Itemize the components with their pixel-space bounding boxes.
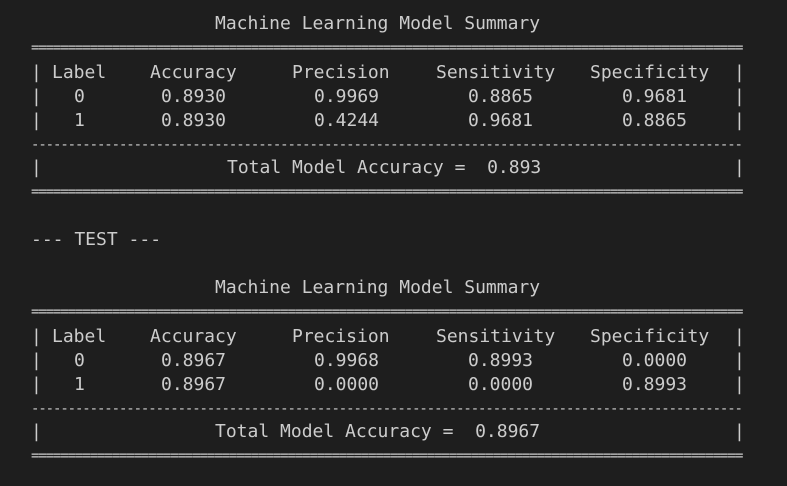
table-border: |	[31, 374, 42, 395]
table-cell: 0.9681	[468, 110, 534, 131]
total-accuracy: Total Model Accuracy = 0.8967	[215, 421, 541, 442]
table-cell: 0	[74, 350, 85, 371]
table-border: |	[31, 157, 42, 178]
table-cell: 0.0000	[622, 350, 688, 371]
double-rule: ========================================…	[31, 185, 743, 199]
column-header: Specificity	[590, 326, 710, 347]
double-rule: ========================================…	[31, 449, 743, 463]
table-cell: 0.9969	[314, 86, 380, 107]
column-header: Specificity	[590, 62, 710, 83]
table-cell: 0.0000	[314, 374, 380, 395]
table-cell: 0.8993	[468, 350, 534, 371]
table-cell: 0.4244	[314, 110, 380, 131]
summary-title: Machine Learning Model Summary	[215, 277, 541, 298]
single-rule: ----------------------------------------…	[31, 402, 743, 416]
table-border: |	[734, 326, 745, 347]
table-border: |	[734, 421, 745, 442]
double-rule: ========================================…	[31, 305, 743, 319]
test-separator-label: --- TEST ---	[31, 229, 162, 250]
column-header: Sensitivity	[436, 62, 556, 83]
table-border: |	[31, 110, 42, 131]
table-cell: 0.8865	[622, 110, 688, 131]
double-rule: ========================================…	[31, 41, 743, 55]
table-border: |	[31, 421, 42, 442]
table-border: |	[31, 350, 42, 371]
column-header: Label	[52, 62, 107, 83]
column-header: Accuracy	[150, 326, 237, 347]
table-border: |	[734, 157, 745, 178]
column-header: Accuracy	[150, 62, 237, 83]
table-border: |	[734, 62, 745, 83]
table-cell: 0.9968	[314, 350, 380, 371]
column-header: Precision	[292, 326, 390, 347]
table-cell: 0.9681	[622, 86, 688, 107]
single-rule: ----------------------------------------…	[31, 138, 743, 152]
table-cell: 0.8865	[468, 86, 534, 107]
table-cell: 0.8993	[622, 374, 688, 395]
table-border: |	[734, 110, 745, 131]
table-cell: 0.8967	[161, 350, 227, 371]
column-header: Label	[52, 326, 107, 347]
table-cell: 1	[74, 110, 85, 131]
column-header: Sensitivity	[436, 326, 556, 347]
summary-title: Machine Learning Model Summary	[215, 13, 541, 34]
table-cell: 0.0000	[468, 374, 534, 395]
total-accuracy: Total Model Accuracy = 0.893	[227, 157, 542, 178]
table-border: |	[734, 86, 745, 107]
table-cell: 0	[74, 86, 85, 107]
table-cell: 0.8930	[161, 110, 227, 131]
table-border: |	[31, 326, 42, 347]
table-cell: 0.8967	[161, 374, 227, 395]
table-cell: 1	[74, 374, 85, 395]
table-border: |	[31, 62, 42, 83]
table-border: |	[734, 374, 745, 395]
column-header: Precision	[292, 62, 390, 83]
table-cell: 0.8930	[161, 86, 227, 107]
table-border: |	[734, 350, 745, 371]
table-border: |	[31, 86, 42, 107]
